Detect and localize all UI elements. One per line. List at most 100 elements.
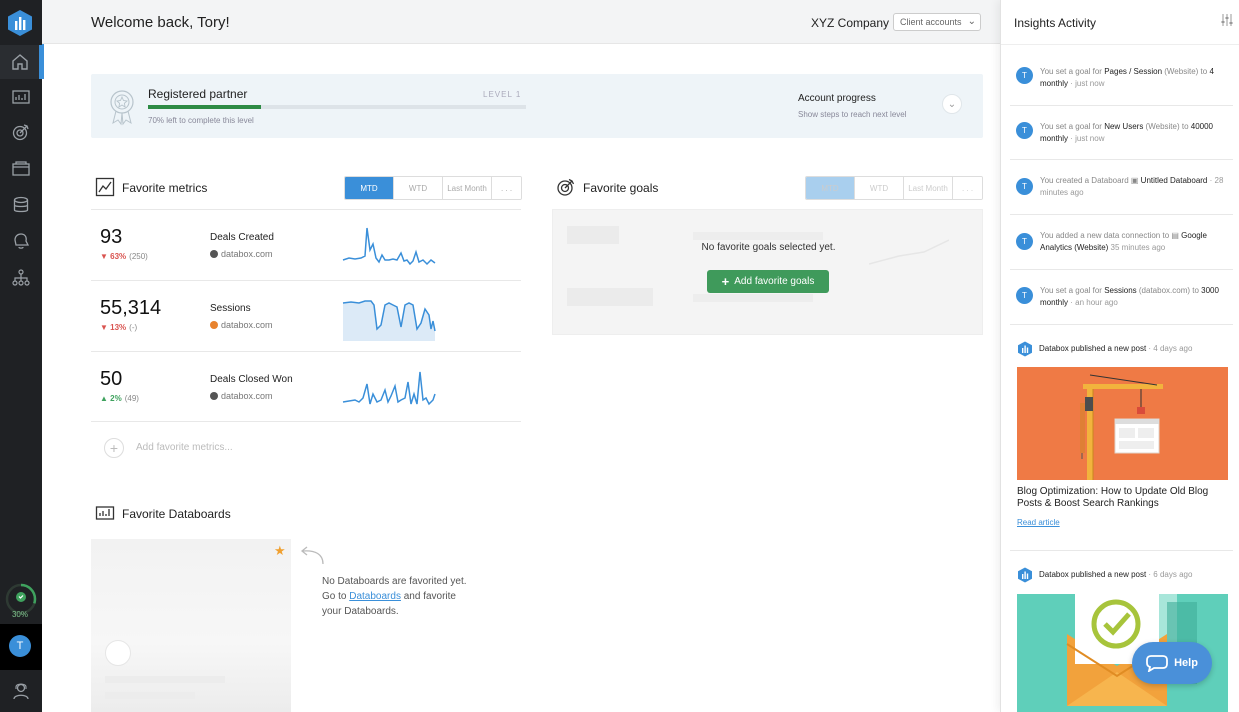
blog-post-title[interactable]: Blog Optimization: How to Update Old Blo… bbox=[1017, 486, 1227, 510]
post-author: Databox published a new post bbox=[1039, 344, 1147, 353]
source-logo-icon bbox=[210, 250, 218, 258]
nav-team[interactable] bbox=[0, 261, 42, 295]
tab-last-month[interactable]: Last Month bbox=[443, 177, 492, 199]
tab-more[interactable]: . . . bbox=[492, 177, 521, 199]
metric-delta: ▼ 63% (250) bbox=[100, 252, 148, 261]
crane-illustration bbox=[1080, 374, 1163, 480]
client-accounts-dropdown[interactable]: Client accounts ⌄ bbox=[893, 13, 981, 31]
user-menu[interactable]: T bbox=[0, 624, 42, 670]
metric-row[interactable]: 55,314 ▼ 13% (-) Sessions databox.com bbox=[91, 280, 521, 351]
avatar: T bbox=[1016, 178, 1033, 195]
favorite-metrics-title: Favorite metrics bbox=[122, 181, 208, 195]
blog-post-image[interactable] bbox=[1017, 367, 1228, 480]
add-favorite-goals-button[interactable]: + Add favorite goals bbox=[707, 270, 829, 293]
activity-time: · just now bbox=[1068, 134, 1105, 143]
metric-value: 55,314 bbox=[100, 297, 162, 319]
activity-metric: Untitled Databoard bbox=[1140, 176, 1208, 185]
metric-delta: ▼ 13% (-) bbox=[100, 323, 137, 332]
metric-name: Deals Created bbox=[210, 232, 274, 243]
avatar[interactable]: T bbox=[9, 635, 31, 657]
favorite-goals-title: Favorite goals bbox=[583, 181, 659, 195]
activity-time: · just now bbox=[1068, 79, 1105, 88]
activity-text: You added a new data connection to ▤ Goo… bbox=[1040, 230, 1228, 254]
activity-text: You created a Databoard ▣ Untitled Datab… bbox=[1040, 175, 1228, 199]
tab-more[interactable]: . . . bbox=[953, 177, 982, 199]
nav-alerts[interactable] bbox=[0, 224, 42, 258]
help-label: Help bbox=[1174, 657, 1198, 669]
account-progress-label: 30% bbox=[11, 610, 28, 619]
add-favorite-goals-label: Add favorite goals bbox=[734, 276, 815, 287]
metric-name: Deals Closed Won bbox=[210, 374, 293, 385]
metrics-icon bbox=[95, 177, 115, 197]
activity-item[interactable]: T You set a goal for Pages / Session (We… bbox=[1010, 52, 1233, 106]
help-button[interactable]: Help bbox=[1132, 642, 1212, 684]
nav-home[interactable] bbox=[0, 45, 42, 79]
sparkline-chart bbox=[342, 300, 436, 341]
arrow-up-icon: ▲ bbox=[100, 394, 108, 403]
tab-mtd[interactable]: MTD bbox=[806, 177, 855, 199]
datasource-small-icon: ▤ bbox=[1171, 231, 1182, 240]
nav-support[interactable] bbox=[0, 676, 42, 706]
bell-icon bbox=[14, 233, 30, 249]
expand-account-progress-button[interactable]: ⌄ bbox=[942, 94, 962, 114]
target-icon bbox=[557, 178, 575, 196]
metric-delta: ▲ 2% (49) bbox=[100, 394, 139, 403]
reports-icon bbox=[12, 161, 30, 176]
databoards-link[interactable]: Databoards bbox=[349, 591, 401, 602]
databoards-icon bbox=[95, 506, 115, 520]
source-logo-icon bbox=[210, 321, 218, 329]
tab-wtd[interactable]: WTD bbox=[394, 177, 443, 199]
databoards-empty-line3: your Databoards. bbox=[322, 606, 399, 617]
activity-item[interactable]: T You set a goal for New Users (Website)… bbox=[1010, 106, 1233, 160]
client-accounts-label: Client accounts bbox=[900, 17, 962, 27]
placeholder-block bbox=[567, 288, 653, 306]
activity-time: 35 minutes ago bbox=[1108, 243, 1166, 252]
tab-wtd[interactable]: WTD bbox=[855, 177, 904, 199]
add-favorite-metrics-button[interactable]: + Add favorite metrics... bbox=[104, 438, 344, 458]
insights-activity-panel: Insights Activity T You set a goal for P… bbox=[1000, 0, 1239, 712]
activity-pre: You added a new data connection to bbox=[1040, 231, 1172, 240]
tab-last-month[interactable]: Last Month bbox=[904, 177, 953, 199]
avatar: T bbox=[1016, 287, 1033, 304]
activity-item[interactable]: T You set a goal for Sessions (databox.c… bbox=[1010, 270, 1233, 325]
metric-source-label: databox.com bbox=[221, 249, 273, 259]
activity-metric: New Users bbox=[1104, 122, 1144, 131]
metric-delta-pct: 63% bbox=[110, 252, 127, 261]
activity-metric: Sessions bbox=[1104, 286, 1137, 295]
metric-source: databox.com bbox=[210, 249, 273, 259]
read-article-link[interactable]: Read article bbox=[1017, 518, 1060, 527]
star-icon: ★ bbox=[274, 543, 286, 558]
divider bbox=[1010, 550, 1233, 551]
nav-data-sources[interactable] bbox=[0, 188, 42, 222]
activity-item[interactable]: T You created a Databoard ▣ Untitled Dat… bbox=[1010, 160, 1233, 215]
activity-mid: (Website) to bbox=[1162, 67, 1210, 76]
databox-logo-icon[interactable] bbox=[7, 9, 33, 37]
account-progress-title: Account progress bbox=[798, 93, 876, 104]
post-author: Databox published a new post bbox=[1039, 570, 1147, 579]
metric-row[interactable]: 50 ▲ 2% (49) Deals Closed Won databox.com bbox=[91, 351, 521, 422]
databox-logo-icon bbox=[1018, 567, 1032, 583]
nav-reports[interactable] bbox=[0, 152, 42, 186]
favorite-databoards-title: Favorite Databoards bbox=[122, 507, 231, 521]
divider bbox=[1001, 44, 1239, 45]
tab-mtd[interactable]: MTD bbox=[345, 177, 394, 199]
metric-source-label: databox.com bbox=[221, 391, 273, 401]
nav-databoards[interactable] bbox=[0, 80, 42, 114]
sidebar: 30% T bbox=[0, 0, 42, 712]
databoard-placeholder-card: ★ bbox=[91, 539, 291, 712]
home-icon bbox=[11, 54, 28, 70]
activity-metric: Pages / Session bbox=[1104, 67, 1163, 76]
activity-mid: (Website) to bbox=[1143, 122, 1191, 131]
databoards-go-to-text: Go to bbox=[322, 591, 350, 602]
placeholder-block bbox=[693, 232, 823, 240]
nav-goals[interactable] bbox=[0, 115, 42, 149]
arrow-down-icon: ▼ bbox=[100, 323, 108, 332]
filter-sliders-icon[interactable] bbox=[1220, 13, 1234, 27]
metric-source: databox.com bbox=[210, 320, 273, 330]
activity-text: You set a goal for Sessions (databox.com… bbox=[1040, 285, 1228, 309]
metric-row[interactable]: 93 ▼ 63% (250) Deals Created databox.com bbox=[91, 209, 521, 280]
insights-title: Insights Activity bbox=[1014, 16, 1097, 30]
activity-item[interactable]: T You added a new data connection to ▤ G… bbox=[1010, 215, 1233, 270]
metric-source-label: databox.com bbox=[221, 320, 273, 330]
partner-level-label: LEVEL 1 bbox=[483, 90, 522, 99]
